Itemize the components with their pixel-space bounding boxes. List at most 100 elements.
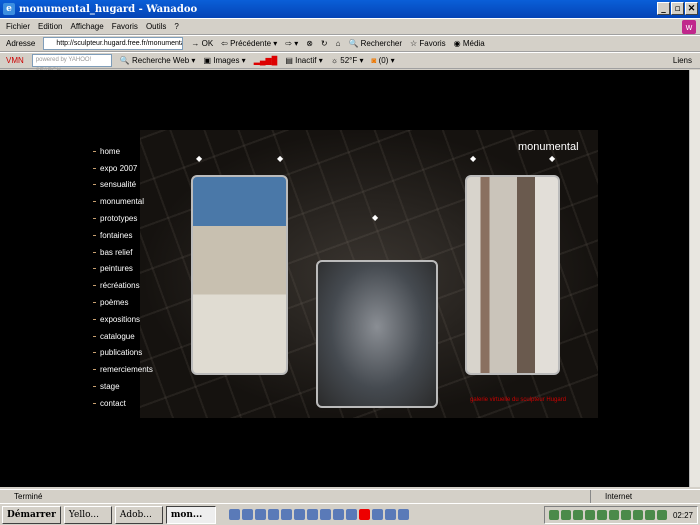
nav-poemes[interactable]: poèmes [93,294,193,311]
task-monumental[interactable]: mon... [165,505,216,524]
credit-text: galerie virtuelle du sculpteur Hugard [470,397,567,403]
tray-icon[interactable] [620,510,631,520]
web-search-button[interactable]: 🔍 Recherche Web ▾ [120,56,196,65]
task-yellow[interactable]: Yello... [63,505,112,524]
status-button[interactable]: ▤ Inactif ▾ [285,56,322,65]
vertical-scrollbar[interactable] [689,70,700,487]
tray-icon[interactable] [560,510,571,520]
address-label: Adresse [6,39,36,48]
weather-button[interactable]: ☼ 52°F ▾ [331,56,364,65]
sparkle-icon: ◆ [196,154,203,163]
nav-sensualite[interactable]: sensualité [93,177,193,194]
go-label: OK [201,39,214,48]
tray-icon[interactable] [596,510,607,520]
nav-expo-2007[interactable]: expo 2007 [93,160,193,177]
search-label: Rechercher [360,39,403,48]
quicklaunch-icon[interactable] [280,509,292,520]
rss-button[interactable]: ◙ (0) ▾ [372,56,395,65]
nav-catalogue[interactable]: catalogue [93,328,193,345]
tray-icon[interactable] [644,510,655,520]
quicklaunch-icon[interactable] [254,509,266,520]
menu-favoris[interactable]: Favoris [112,22,138,31]
menu-fichier[interactable]: Fichier [6,22,30,31]
search-button[interactable]: 🔍 Rechercher [348,39,402,48]
nav-home[interactable]: home [93,143,193,160]
tray-icon[interactable] [608,510,619,520]
close-button[interactable]: ✕ [685,2,698,15]
title-bar: e monumental_hugard - Wanadoo _ ▫ ✕ [0,0,700,18]
status-text: Terminé [14,491,43,501]
wanadoo-logo: w [682,20,696,34]
quicklaunch-icon[interactable] [345,509,357,520]
nav-remerciements[interactable]: remerciements [93,361,193,378]
home-icon[interactable]: ⌂ [336,39,341,48]
tray-icon[interactable] [584,510,595,520]
tray-icon[interactable] [548,510,559,520]
menu-help[interactable]: ? [174,22,178,31]
address-bar: Adresse http://sculpteur.hugard.free.fr/… [0,35,700,52]
nav-bas-relief[interactable]: bas relief [93,244,193,261]
nav-contact[interactable]: contact [93,395,193,412]
quicklaunch-icon[interactable] [332,509,344,520]
back-button[interactable]: ⇦ Précédente ▾ [221,39,277,48]
stop-icon[interactable]: ⊗ [306,39,313,48]
taskbar: Démarrer Yello... Adob... mon... 02:27 [0,503,700,525]
nav-peintures[interactable]: peintures [93,261,193,278]
quicklaunch-icon[interactable] [267,509,279,520]
menu-edition[interactable]: Edition [38,22,62,31]
nav-stage[interactable]: stage [93,378,193,395]
images-label: Images [213,56,240,65]
signal-icon[interactable]: ▂▄▆█ [254,56,278,65]
sculpture-photo-center [316,260,438,408]
vmn-logo: VMN [6,56,24,65]
nav-monumental[interactable]: monumental [93,193,193,210]
quicklaunch-icon[interactable] [358,509,370,520]
media-label: Média [462,39,485,48]
clock: 02:27 [672,510,693,520]
yahoo-search-input[interactable]: powered by YAHOO! SEARCH [31,54,112,74]
media-button[interactable]: ◉ Média [454,39,485,48]
task-adobe[interactable]: Adob... [114,505,163,524]
menu-outils[interactable]: Outils [146,22,166,31]
sparkle-icon: ◆ [372,213,379,222]
sparkle-icon: ◆ [470,154,477,163]
quicklaunch-icon[interactable] [397,509,409,520]
quicklaunch-icon[interactable] [241,509,253,520]
quicklaunch-icon[interactable] [384,509,396,520]
forward-button[interactable]: ⇨ ▾ [285,39,298,48]
back-label: Précédente [230,39,272,48]
refresh-icon[interactable]: ↻ [321,39,328,48]
ie-icon: e [3,3,15,15]
go-button[interactable]: → OK [191,39,213,48]
links-toolbar: VMN powered by YAHOO! SEARCH 🔍 Recherche… [0,52,700,74]
menu-affichage[interactable]: Affichage [70,22,103,31]
nav-fontaines[interactable]: fontaines [93,227,193,244]
section-title: monumental [518,141,579,153]
nav-publications[interactable]: publications [93,345,193,362]
tray-icon[interactable] [572,510,583,520]
quicklaunch-icon[interactable] [306,509,318,520]
favorites-button[interactable]: ☆ Favoris [410,39,446,48]
links-button[interactable]: Liens [673,56,692,65]
images-button[interactable]: ▣ Images ▾ [203,56,245,65]
site-nav: home expo 2007 sensualité monumental pro… [93,143,193,412]
sculpture-photo-left [191,175,288,375]
zone-indicator: Internet [590,490,632,503]
minimize-button[interactable]: _ [657,2,670,15]
maximize-button[interactable]: ▫ [671,2,684,15]
quicklaunch-icon[interactable] [293,509,305,520]
tray-icon[interactable] [656,510,667,520]
sculpture-photo-right [465,175,560,375]
nav-prototypes[interactable]: prototypes [93,210,193,227]
quicklaunch-icon[interactable] [371,509,383,520]
quicklaunch-icon[interactable] [228,509,240,520]
sparkle-icon: ◆ [549,154,556,163]
status-label: Inactif [295,56,317,65]
sparkle-icon: ◆ [277,154,284,163]
nav-recreations[interactable]: récréations [93,277,193,294]
nav-expositions[interactable]: expositions [93,311,193,328]
quicklaunch-icon[interactable] [319,509,331,520]
start-button[interactable]: Démarrer [2,505,61,524]
tray-icon[interactable] [632,510,643,520]
address-input[interactable]: http://sculpteur.hugard.free.fr/monument… [43,37,184,50]
